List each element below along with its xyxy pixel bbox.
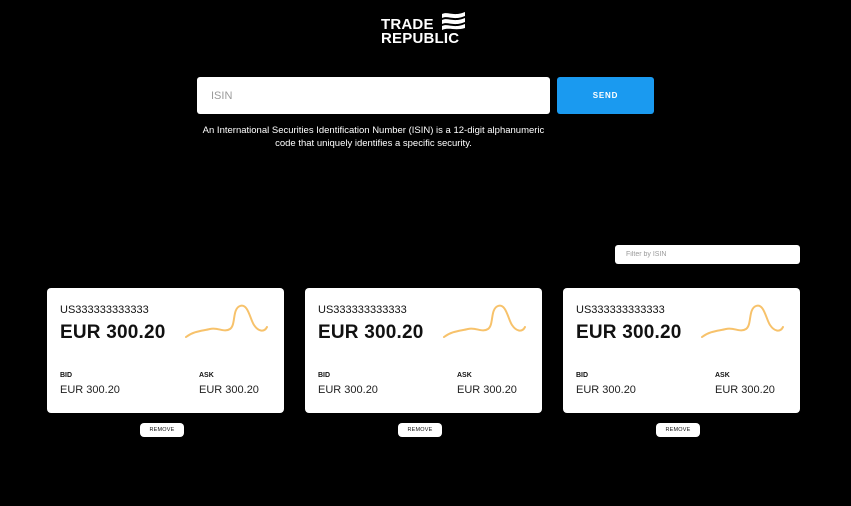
remove-button[interactable]: REMOVE (140, 423, 184, 437)
bid-value: EUR 300.20 (60, 384, 120, 396)
card-price: EUR 300.20 (576, 322, 682, 343)
card-price: EUR 300.20 (318, 322, 424, 343)
card-isin: US333333333333 (60, 304, 149, 316)
ask-value: EUR 300.20 (457, 384, 517, 396)
isin-input[interactable] (197, 77, 550, 114)
bid-value: EUR 300.20 (318, 384, 378, 396)
ask-label: ASK (199, 372, 214, 379)
flag-icon (442, 12, 465, 30)
sparkline-icon (701, 304, 784, 338)
isin-description: An International Securities Identificati… (202, 125, 545, 149)
remove-button[interactable]: REMOVE (656, 423, 700, 437)
bid-label: BID (60, 372, 73, 379)
brand-line2: REPUBLIC (381, 30, 460, 47)
sparkline-icon (185, 304, 268, 338)
ask-value: EUR 300.20 (715, 384, 775, 396)
ask-value: EUR 300.20 (199, 384, 259, 396)
card-isin: US333333333333 (576, 304, 665, 316)
security-card: US333333333333 EUR 300.20 BID EUR 300.20… (47, 288, 284, 413)
ask-label: ASK (457, 372, 472, 379)
send-button[interactable]: SEND (557, 77, 654, 114)
ask-label: ASK (715, 372, 730, 379)
bid-value: EUR 300.20 (576, 384, 636, 396)
sparkline-icon (443, 304, 526, 338)
bid-label: BID (576, 372, 589, 379)
bid-label: BID (318, 372, 331, 379)
brand-logo: TRADE REPUBLIC (381, 11, 467, 47)
card-price: EUR 300.20 (60, 322, 166, 343)
security-card: US333333333333 EUR 300.20 BID EUR 300.20… (563, 288, 800, 413)
filter-input[interactable] (615, 245, 800, 264)
security-card: US333333333333 EUR 300.20 BID EUR 300.20… (305, 288, 542, 413)
card-isin: US333333333333 (318, 304, 407, 316)
remove-button[interactable]: REMOVE (398, 423, 442, 437)
